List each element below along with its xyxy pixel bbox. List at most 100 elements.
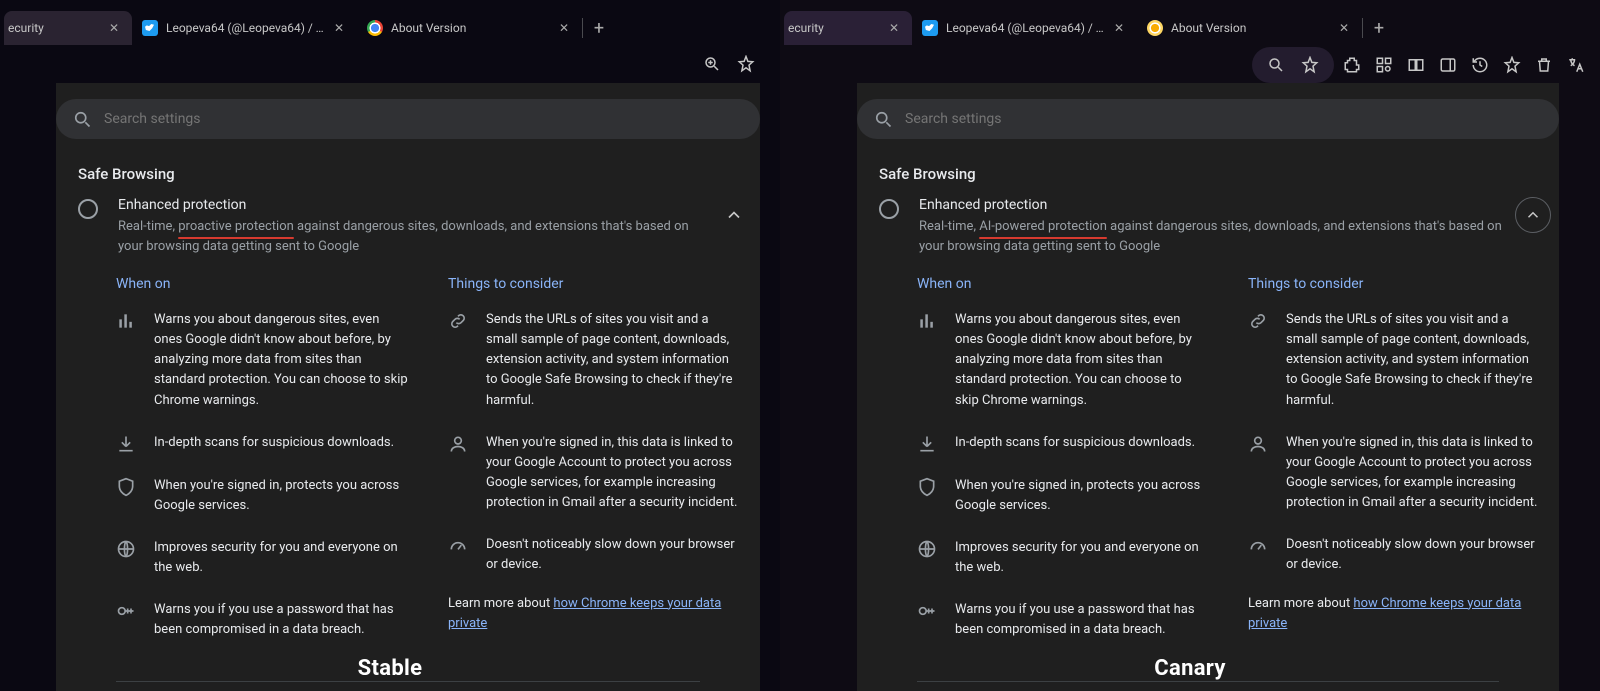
globe-icon [917,539,937,559]
new-tab-button[interactable]: + [1365,14,1393,42]
tab-label: Leopeva64 (@Leopeva64) / Tw [166,21,325,35]
sidepanel-icon[interactable] [1434,51,1462,79]
option-title: Enhanced protection [919,197,1507,213]
tabstrip: ecurity ✕ Leopeva64 (@Leopeva64) / Tw ✕ … [0,0,780,45]
option-title: Enhanced protection [118,197,708,213]
learn-more: Learn more about how Chrome keeps your d… [448,594,740,634]
column-heading: When on [116,276,408,292]
tab-label: About Version [391,21,550,35]
new-tab-button[interactable]: + [585,14,613,42]
download-icon [116,434,136,454]
version-label: Canary [1154,656,1225,681]
list-item: In-depth scans for suspicious downloads. [917,433,1208,454]
tab-security[interactable]: ecurity ✕ [4,11,132,45]
search-input[interactable] [905,111,1543,127]
highlighted-phrase: AI-powered protection [979,217,1107,237]
list-item: Sends the URLs of sites you visit and a … [1248,310,1539,411]
consider-column: Things to consider Sends the URLs of sit… [448,276,740,663]
list-item: Improves security for you and everyone o… [917,538,1208,578]
link-icon [448,311,468,331]
radio-icon[interactable] [879,199,899,219]
chart-icon [116,311,136,331]
search-input[interactable] [104,111,744,127]
zoom-icon[interactable] [698,50,726,78]
tab-about-version[interactable]: About Version ✕ [1137,11,1362,45]
list-item: Doesn't noticeably slow down your browse… [448,535,740,575]
history-icon[interactable] [1466,51,1494,79]
section-heading: Safe Browsing [857,147,1559,193]
tabstrip: ecurity ✕ Leopeva64 (@Leopeva64) / Tw ✕ … [780,0,1600,45]
list-item: Doesn't noticeably slow down your browse… [1248,535,1539,575]
close-icon[interactable]: ✕ [1336,20,1352,36]
pane-canary: ecurity ✕ Leopeva64 (@Leopeva64) / Tw ✕ … [780,0,1600,691]
pane-stable: ecurity ✕ Leopeva64 (@Leopeva64) / Tw ✕ … [0,0,780,691]
list-item: When you're signed in, this data is link… [448,433,740,514]
search-icon [72,109,92,129]
settings-content: Safe Browsing Enhanced protection Real-t… [0,83,780,691]
when-on-column: When on Warns you about dangerous sites,… [116,276,408,663]
canary-icon [1147,20,1163,36]
lens-icon[interactable] [1370,51,1398,79]
tab-twitter[interactable]: Leopeva64 (@Leopeva64) / Tw ✕ [912,11,1137,45]
extensions-icon[interactable] [1338,51,1366,79]
tab-about-version[interactable]: About Version ✕ [357,11,582,45]
option-enhanced-protection[interactable]: Enhanced protection Real-time, proactive… [56,193,760,268]
column-heading: Things to consider [1248,276,1539,292]
close-icon[interactable]: ✕ [106,20,122,36]
chart-icon [917,311,937,331]
tab-twitter[interactable]: Leopeva64 (@Leopeva64) / Tw ✕ [132,11,357,45]
option-enhanced-protection[interactable]: Enhanced protection Real-time, AI-powere… [857,193,1559,268]
collapse-button[interactable] [1515,197,1551,233]
chevron-up-icon [724,205,744,225]
learn-more: Learn more about how Chrome keeps your d… [1248,594,1539,634]
translate-icon[interactable] [1562,51,1590,79]
account-icon [1248,434,1268,454]
bookmark-star-icon[interactable] [1296,51,1324,79]
list-item: Improves security for you and everyone o… [116,538,408,578]
tab-label: About Version [1171,21,1330,35]
globe-icon [116,539,136,559]
twitter-icon [922,20,938,36]
address-bar [0,45,780,83]
download-icon [917,434,937,454]
list-item: In-depth scans for suspicious downloads. [116,433,408,454]
tab-label: Leopeva64 (@Leopeva64) / Tw [946,21,1105,35]
list-item: When you're signed in, protects you acro… [917,476,1208,516]
chevron-up-icon [1524,206,1542,224]
details-columns: When on Warns you about dangerous sites,… [857,268,1559,663]
gauge-icon [448,536,468,556]
settings-search[interactable] [857,99,1559,139]
close-icon[interactable]: ✕ [331,20,347,36]
close-icon[interactable]: ✕ [886,20,902,36]
consider-column: Things to consider Sends the URLs of sit… [1248,276,1539,663]
when-on-column: When on Warns you about dangerous sites,… [917,276,1208,663]
zoom-icon[interactable] [1262,51,1290,79]
version-label: Stable [358,656,423,681]
chrome-icon [367,20,383,36]
settings-content: Safe Browsing Enhanced protection Real-t… [780,83,1600,691]
search-icon [873,109,893,129]
details-columns: When on Warns you about dangerous sites,… [56,268,760,663]
shield-icon [116,477,136,497]
bookmark-star-icon[interactable] [732,50,760,78]
link-icon [1248,311,1268,331]
tab-security[interactable]: ecurity ✕ [784,11,912,45]
radio-icon[interactable] [78,199,98,219]
close-icon[interactable]: ✕ [1111,20,1127,36]
option-subtitle: Real-time, proactive protection against … [118,217,708,256]
option-subtitle: Real-time, AI-powered protection against… [919,217,1507,256]
delete-icon[interactable] [1530,51,1558,79]
settings-search[interactable] [56,99,760,139]
shield-icon [917,477,937,497]
bookmark-outline-icon[interactable] [1498,51,1526,79]
tab-label: ecurity [788,21,880,35]
address-bar [780,45,1600,85]
list-item: When you're signed in, this data is link… [1248,433,1539,514]
tab-separator [582,18,583,38]
collapse-button[interactable] [716,197,752,233]
close-icon[interactable]: ✕ [556,20,572,36]
highlighted-phrase: proactive protection [178,217,294,237]
key-icon [116,601,136,621]
reading-icon[interactable] [1402,51,1430,79]
tab-label: ecurity [8,21,100,35]
